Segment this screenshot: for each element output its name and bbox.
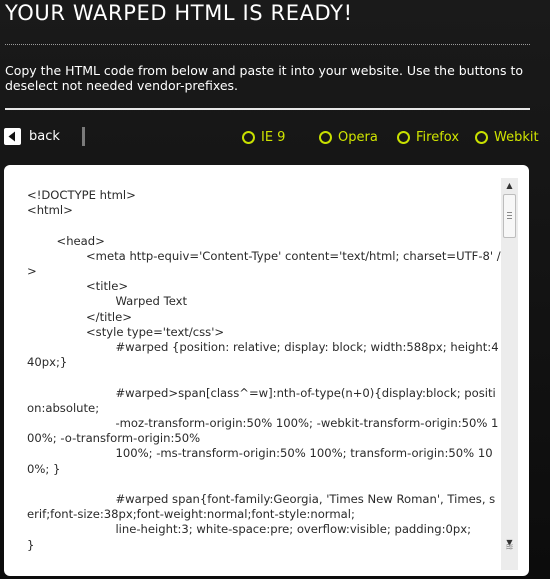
back-button[interactable]: back xyxy=(4,128,60,145)
prefix-label: Webkit xyxy=(494,130,539,145)
back-label: back xyxy=(29,129,60,144)
prefix-toggle-ie9[interactable]: IE 9 xyxy=(242,130,285,145)
grip-line xyxy=(507,212,512,213)
arrow-left-icon xyxy=(4,128,21,145)
html-code-textarea[interactable]: <!DOCTYPE html> <html> <head> <meta http… xyxy=(27,188,501,564)
prefix-toggle-firefox[interactable]: Firefox xyxy=(397,130,459,145)
prefix-label: IE 9 xyxy=(261,130,286,145)
prefix-label: Opera xyxy=(338,130,378,145)
grip-line xyxy=(507,215,512,216)
prefix-label: Firefox xyxy=(416,130,460,145)
radio-ring-icon xyxy=(242,131,255,144)
radio-ring-icon xyxy=(319,131,332,144)
radio-ring-icon xyxy=(475,131,488,144)
dotted-divider xyxy=(5,44,530,45)
toolbar-separator xyxy=(82,127,85,146)
grip-line xyxy=(507,218,512,219)
horizontal-rule xyxy=(5,108,530,110)
arrow-up-icon[interactable]: ▲ xyxy=(501,178,518,193)
warp-result-page: YOUR WARPED HTML IS READY! Copy the HTML… xyxy=(0,0,550,579)
html-code-box: <!DOCTYPE html> <html> <head> <meta http… xyxy=(4,165,529,576)
toolbar: back IE 9 Opera Firefox Webkit xyxy=(0,124,550,150)
resize-grip-icon[interactable]: ≋ xyxy=(502,540,517,555)
prefix-toggle-webkit[interactable]: Webkit xyxy=(475,130,539,145)
scrollbar-thumb[interactable] xyxy=(503,194,516,238)
prefix-toggle-opera[interactable]: Opera xyxy=(319,130,378,145)
radio-ring-icon xyxy=(397,131,410,144)
instructions-text: Copy the HTML code from below and paste … xyxy=(5,63,524,93)
vertical-scrollbar[interactable]: ▲ ▼ xyxy=(501,178,518,570)
page-title: YOUR WARPED HTML IS READY! xyxy=(5,1,353,25)
